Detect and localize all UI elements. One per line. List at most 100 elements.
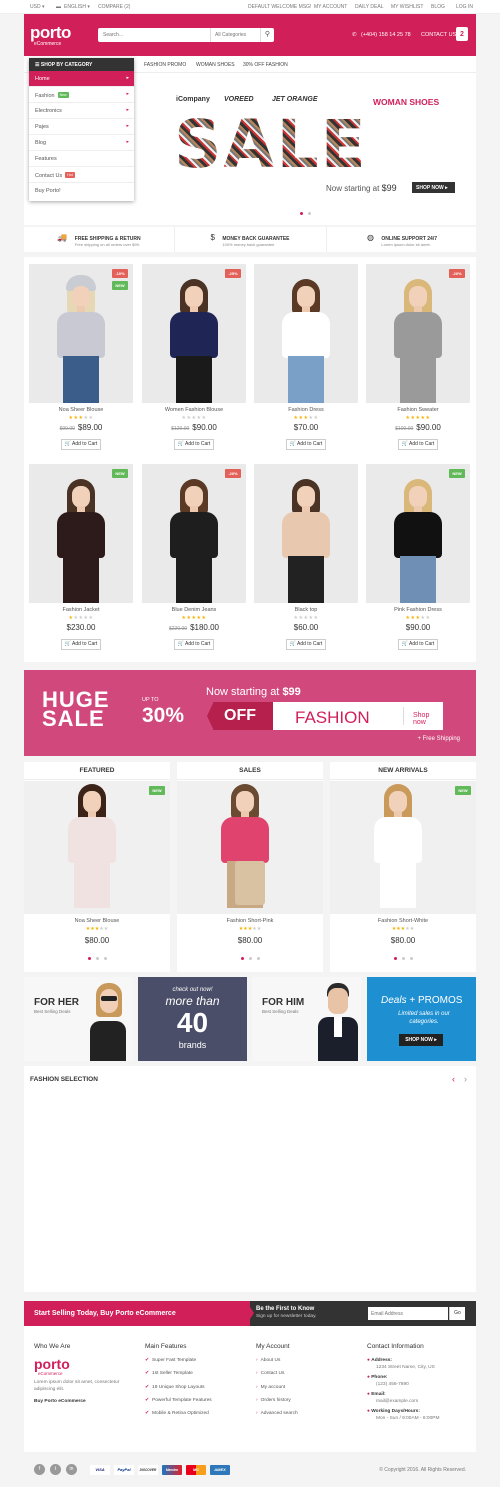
promo-for-him[interactable]: FOR HIM Best Selling Deals — [252, 977, 361, 1061]
search-input[interactable] — [103, 31, 203, 39]
slider-dot[interactable] — [308, 212, 311, 215]
product-name[interactable]: Fashion Short-Pink — [177, 918, 323, 924]
carousel-dot[interactable] — [402, 957, 405, 960]
category-item-buy-porto[interactable]: Buy Porto! — [29, 183, 134, 199]
facebook-icon[interactable]: f — [34, 1464, 45, 1475]
carousel-dot[interactable] — [410, 957, 413, 960]
product-card[interactable]: NEW Fashion Jacket ★★★★★ $230.00 🛒 Add to Ca… — [29, 464, 133, 652]
add-to-cart-button[interactable]: 🛒 Add to Cart — [61, 439, 101, 450]
footer-feature-item[interactable]: ✔ Super Fast Template — [145, 1358, 255, 1371]
nav-30-off-fashion[interactable]: 30% OFF FASHION — [243, 62, 288, 68]
carousel-next-icon[interactable]: › — [464, 1074, 467, 1084]
daily-deal-link[interactable]: DAILY DEAL — [355, 4, 383, 10]
product-card[interactable]: Fashion Dress ★★★★★ $70.00 🛒 Add to Cart — [254, 264, 358, 452]
carousel-dot[interactable] — [249, 957, 252, 960]
product-image[interactable]: -25% — [142, 264, 246, 403]
footer-email-link[interactable]: mail@example.com — [367, 1399, 472, 1406]
product-name[interactable]: Noa Sheer Blouse — [24, 918, 170, 924]
product-image[interactable]: NEW — [29, 464, 133, 603]
product-card[interactable]: -25% Women Fashion Blouse ★★★★★ $120.00$90.… — [142, 264, 246, 452]
deals-shop-now-button[interactable]: SHOP NOW ▸ — [399, 1034, 443, 1046]
carousel-prev-icon[interactable]: ‹ — [452, 1074, 455, 1084]
cart-button[interactable]: 2 — [456, 27, 468, 41]
start-selling-text[interactable]: Start Selling Today, Buy Porto eCommerce — [34, 1310, 176, 1317]
category-item-electronics[interactable]: Electronics ▸ — [29, 103, 134, 119]
column-title[interactable]: SALES — [177, 762, 323, 780]
category-item-pajes[interactable]: Pajes ▸ — [29, 119, 134, 135]
product-image[interactable] — [177, 781, 323, 914]
my-wishlist-link[interactable]: MY WISHLIST — [391, 4, 423, 10]
product-image[interactable] — [254, 264, 358, 403]
newsletter-email-input[interactable] — [368, 1307, 448, 1320]
promo-deals[interactable]: Deals + PROMOS Limited sales in our cate… — [367, 977, 476, 1061]
contact-us-link[interactable]: CONTACT US — [421, 32, 456, 38]
product-name[interactable]: Black top — [254, 607, 358, 613]
product-image[interactable]: NEW — [330, 781, 476, 914]
product-name[interactable]: Pink Fashion Dress — [366, 607, 470, 613]
product-image[interactable]: NEW — [366, 464, 470, 603]
logo[interactable]: porto eCommerce — [30, 23, 71, 47]
footer-feature-item[interactable]: ✔ Powerful Template Features — [145, 1398, 255, 1411]
footer-feature-item[interactable]: ✔ 19 Unique Shop Layouts — [145, 1385, 255, 1398]
product-card[interactable]: -10% NEW Noa Sheer Blouse ★★★★★ $99.00$89.00… — [29, 264, 133, 452]
carousel-dot[interactable] — [96, 957, 99, 960]
product-name[interactable]: Noa Sheer Blouse — [29, 407, 133, 413]
category-item-features[interactable]: Features — [29, 151, 134, 167]
add-to-cart-button[interactable]: 🛒 Add to Cart — [398, 439, 438, 450]
product-image[interactable]: -10% NEW — [29, 264, 133, 403]
carousel-dot-active[interactable] — [241, 957, 244, 960]
product-name[interactable]: Fashion Short-White — [330, 918, 476, 924]
footer-account-link[interactable]: › Advanced search — [256, 1411, 366, 1424]
carousel-dot[interactable] — [104, 957, 107, 960]
add-to-cart-button[interactable]: 🛒 Add to Cart — [286, 439, 326, 450]
slider-dot-active[interactable] — [300, 212, 303, 215]
promo-40-brands[interactable]: check out now! more than 40 brands — [138, 977, 247, 1061]
carousel-dot-active[interactable] — [88, 957, 91, 960]
add-to-cart-button[interactable]: 🛒 Add to Cart — [174, 439, 214, 450]
carousel-dot[interactable] — [257, 957, 260, 960]
footer-buy-link[interactable]: Buy Porto eCommerce — [34, 1399, 144, 1404]
category-menu-header[interactable]: ☰ SHOP BY CATEGORY — [29, 58, 134, 71]
newsletter-go-button[interactable]: Go — [449, 1307, 465, 1320]
footer-account-link[interactable]: › Contact Us — [256, 1371, 366, 1384]
product-image[interactable]: -20% — [142, 464, 246, 603]
product-name[interactable]: Fashion Dress — [254, 407, 358, 413]
hero-shop-now-button[interactable]: SHOP NOW ▸ — [412, 182, 455, 193]
product-name[interactable]: Fashion Jacket — [29, 607, 133, 613]
blog-link[interactable]: BLOG — [431, 4, 445, 10]
linkedin-icon[interactable]: in — [66, 1464, 77, 1475]
footer-account-link[interactable]: › About Us — [256, 1358, 366, 1371]
footer-feature-item[interactable]: ✔ Mobile & Retina Optimized — [145, 1411, 255, 1424]
language-select[interactable]: ENGLISH ▾ — [64, 4, 90, 10]
search-button[interactable]: ⚲ — [260, 28, 274, 42]
product-image[interactable]: NEW — [24, 781, 170, 914]
search-category-select[interactable]: All Categories — [210, 28, 260, 42]
product-image[interactable]: -20% — [366, 264, 470, 403]
my-account-link[interactable]: MY ACCOUNT — [314, 4, 347, 10]
footer-account-link[interactable]: › Orders history — [256, 1398, 366, 1411]
add-to-cart-button[interactable]: 🛒 Add to Cart — [398, 639, 438, 650]
product-card[interactable]: NEW Pink Fashion Dress ★★★★★ $90.00 🛒 Add to… — [366, 464, 470, 652]
product-name[interactable]: Women Fashion Blouse — [142, 407, 246, 413]
product-image[interactable] — [254, 464, 358, 603]
product-card[interactable]: -20% Fashion Sweater ★★★★★ $100.00$90.00 🛒 A… — [366, 264, 470, 452]
column-title[interactable]: FEATURED — [24, 762, 170, 780]
column-title[interactable]: NEW ARRIVALS — [330, 762, 476, 780]
product-card[interactable]: -20% Blue Denim Jeans ★★★★★ $220.00 $180.00 🛒… — [142, 464, 246, 652]
product-card[interactable]: Black top ★★★★★ $60.00 🛒 Add to Cart — [254, 464, 358, 652]
product-name[interactable]: Blue Denim Jeans — [142, 607, 246, 613]
category-item-home[interactable]: Home ▸ — [29, 71, 134, 87]
promo-banner[interactable]: HUGE SALE UP TO 30% Now starting at $99 O… — [24, 670, 476, 756]
banner-shop-now-link[interactable]: Shop now — [413, 712, 443, 726]
category-item-contact[interactable]: Contact Us Hot — [29, 167, 134, 183]
nav-woman-shoes[interactable]: WOMAN SHOES — [196, 62, 235, 68]
nav-fashion-promo[interactable]: FASHION PROMO — [144, 62, 186, 68]
product-name[interactable]: Fashion Sweater — [366, 407, 470, 413]
footer-account-link[interactable]: › My account — [256, 1385, 366, 1398]
footer-logo[interactable]: porto — [34, 1357, 144, 1371]
twitter-icon[interactable]: t — [50, 1464, 61, 1475]
compare-link[interactable]: COMPARE (2) — [98, 4, 130, 10]
add-to-cart-button[interactable]: 🛒 Add to Cart — [174, 639, 214, 650]
add-to-cart-button[interactable]: 🛒 Add to Cart — [286, 639, 326, 650]
promo-for-her[interactable]: FOR HER Best Selling Deals — [24, 977, 133, 1061]
